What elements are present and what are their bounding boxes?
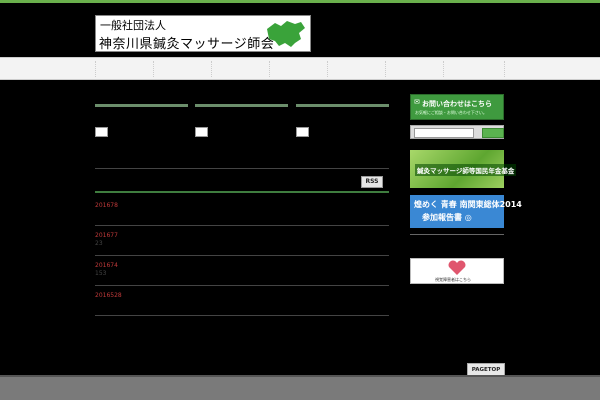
post-date[interactable]: 201678	[95, 202, 118, 209]
site-header: 一般社団法人 神奈川県鍼灸マッサージ師会	[0, 3, 600, 56]
feature-column-bar	[195, 104, 288, 107]
post-date[interactable]: 201677	[95, 232, 118, 239]
post-divider	[95, 225, 389, 226]
site-logo[interactable]: 一般社団法人 神奈川県鍼灸マッサージ師会	[95, 15, 311, 52]
news-header-line	[95, 191, 389, 193]
heart-icon	[448, 260, 466, 275]
sidebar-divider	[410, 234, 504, 235]
sports-banner-link: 参加報告書 ◎	[422, 213, 472, 222]
kanagawa-map-icon	[267, 21, 305, 47]
search-button[interactable]	[482, 128, 504, 138]
search-box	[410, 125, 504, 139]
nav-item[interactable]	[153, 61, 212, 77]
rss-button[interactable]: RSS	[361, 176, 383, 188]
feature-column-bar	[95, 104, 188, 107]
nav-item[interactable]	[211, 61, 270, 77]
site-footer	[0, 377, 600, 400]
divider	[95, 168, 389, 169]
global-nav	[0, 57, 600, 80]
nav-item[interactable]	[269, 61, 328, 77]
post-divider	[95, 315, 389, 316]
mail-icon: ✉	[414, 98, 420, 106]
post-divider	[95, 255, 389, 256]
search-input[interactable]	[414, 128, 474, 138]
post-excerpt: 153	[95, 270, 107, 277]
feature-thumbnail[interactable]	[195, 127, 208, 137]
nav-item[interactable]	[443, 61, 505, 77]
pension-fund-banner[interactable]: 鍼灸マッサージ師等国民年金基金	[410, 150, 517, 188]
nav-item[interactable]	[327, 61, 386, 77]
feature-column-bar	[296, 104, 389, 107]
logo-subtitle: 一般社団法人	[100, 19, 166, 32]
post-date[interactable]: 201674	[95, 262, 118, 269]
post-date[interactable]: 2016528	[95, 292, 122, 299]
nav-item[interactable]	[95, 61, 154, 77]
post-excerpt: 23	[95, 240, 103, 247]
post-divider	[95, 285, 389, 286]
nav-item[interactable]	[385, 61, 444, 77]
contact-title: お問い合わせはこちら	[422, 100, 492, 108]
feature-thumbnail[interactable]	[296, 127, 309, 137]
feature-thumbnail[interactable]	[95, 127, 108, 137]
contact-subtitle: お気軽にご相談・お問い合わせ下さい。	[415, 110, 487, 115]
sports-report-banner[interactable]: 煌めく 青春 南関東総体2014 参加報告書 ◎	[410, 195, 522, 228]
visually-impaired-banner[interactable]: 視覚障害者はこちら	[410, 258, 504, 284]
visually-impaired-text: 視覚障害者はこちら	[435, 277, 471, 282]
contact-banner[interactable]: ✉ お問い合わせはこちら お気軽にご相談・お問い合わせ下さい。	[410, 94, 504, 120]
pension-banner-text: 鍼灸マッサージ師等国民年金基金	[415, 164, 517, 176]
logo-title: 神奈川県鍼灸マッサージ師会	[99, 37, 275, 52]
sports-banner-title: 煌めく 青春 南関東総体2014	[414, 200, 522, 209]
